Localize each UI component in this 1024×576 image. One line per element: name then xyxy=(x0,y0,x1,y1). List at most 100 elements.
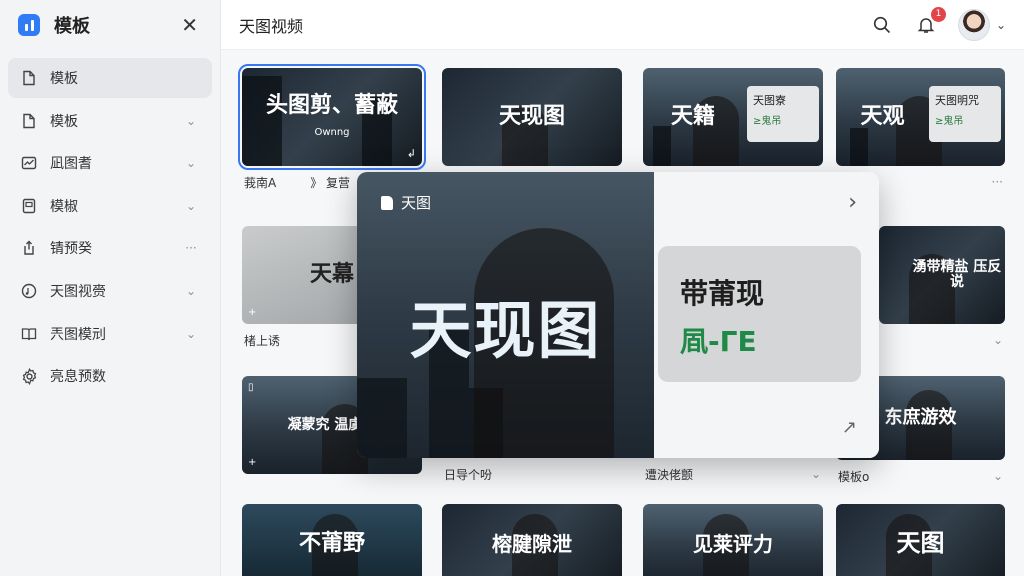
thumbnail-title: 天现图 xyxy=(498,104,565,130)
template-thumbnail[interactable]: 湧带精盐 压反说 xyxy=(879,226,1005,324)
chevron-down-icon: ⌄ xyxy=(185,198,197,213)
card-title: 模板o xyxy=(838,469,870,484)
panel-subtitle: ≥鬼吊 xyxy=(753,116,782,127)
thumbnail-title: 天观 xyxy=(860,104,905,130)
preview-card-title: 带莆现 xyxy=(680,277,765,310)
header-actions: 1 ⌄ xyxy=(870,6,1006,41)
template-card[interactable]: 湧带精盐 压反说 ⌄ xyxy=(879,226,1005,356)
card-meta: 日导个吩 xyxy=(442,458,622,490)
card-subtitle: 》 复营 xyxy=(310,175,351,190)
sidebar-item-charts[interactable]: 凪图耆 ⌄ xyxy=(8,143,212,183)
sidebar-item-templates[interactable]: 模板 xyxy=(8,58,212,98)
preview-card-subtitle: 凮-ГЕ xyxy=(680,325,757,358)
chevron-down-icon: ⌄ xyxy=(185,113,197,128)
template-thumbnail[interactable]: 天图 xyxy=(836,504,1005,576)
notification-bell-icon[interactable]: 1 xyxy=(914,6,946,37)
sidebar-nav: 模板 模板 ⌄ 凪图耆 ⌄ 模椒 ⌄ 锖预癸 ··· 天图视赍 ⌄ 兲图模刓 ⌄… xyxy=(0,50,220,407)
more-icon[interactable]: ··· xyxy=(182,241,200,255)
sidebar-item-label: 天图视赍 xyxy=(50,283,106,300)
template-thumbnail[interactable]: 见莱评力 xyxy=(643,504,823,576)
thumbnail-subtitle: Ownng xyxy=(314,127,350,138)
add-icon: + xyxy=(248,307,257,318)
preview-detail: › 带莆现 凮-ГЕ ↗ xyxy=(654,172,879,458)
sidebar-item-label: 模板 xyxy=(50,71,78,87)
app-title: 模板 xyxy=(54,16,90,37)
template-thumbnail[interactable]: 榕腱隙泄 xyxy=(442,504,622,576)
preview-image: 天图 天现图 xyxy=(357,172,654,458)
sidebar-header: 模板 ✕ xyxy=(0,0,220,50)
template-card[interactable]: 天图 xyxy=(836,504,1005,576)
sidebar-item-label: 锖预癸 xyxy=(50,241,92,258)
chevron-down-icon: ⌄ xyxy=(185,283,197,298)
chevron-down-icon: ⌄ xyxy=(185,326,197,341)
sidebar-item-layouts[interactable]: 模椒 ⌄ xyxy=(8,186,212,226)
card-title: 楮上诱 xyxy=(244,333,281,348)
template-card[interactable]: 榕腱隙泄 xyxy=(442,504,622,576)
sidebar-item-video[interactable]: 天图视赍 ⌄ xyxy=(8,271,212,311)
sidebar-item-label: 凪图耆 xyxy=(50,156,92,173)
page-title: 天图视频 xyxy=(239,16,304,36)
preview-tag: 天图 xyxy=(381,192,431,213)
card-title: 莪南A xyxy=(244,175,277,190)
avatar xyxy=(957,8,990,41)
gear-icon xyxy=(20,367,38,385)
sidebar-item-label: 模椒 xyxy=(50,198,78,215)
preview-headline: 天现图 xyxy=(409,294,602,367)
panel-title: 天图明咒 xyxy=(935,94,979,107)
app-logo-icon xyxy=(18,14,40,36)
sidebar-item-presets[interactable]: 锖预癸 ··· xyxy=(8,228,212,268)
thumbnail-title: 头图剪、蓄蔽 xyxy=(265,92,398,118)
preview-card[interactable]: 带莆现 凮-ГЕ xyxy=(658,246,861,382)
share-icon xyxy=(20,239,38,257)
thumbnail-title: 天图 xyxy=(896,529,945,558)
crop-icon: ↲ xyxy=(406,147,416,160)
document-icon xyxy=(20,197,38,215)
template-thumbnail[interactable]: 天观 天图明咒 ≥鬼吊 xyxy=(836,68,1005,166)
sidebar-item-label: 模板 xyxy=(50,113,78,130)
card-meta: 模板o ⌄ xyxy=(836,460,1005,492)
template-thumbnail[interactable]: 天现图 xyxy=(442,68,622,166)
expand-icon[interactable]: ↗ xyxy=(842,417,857,438)
template-card[interactable]: 天现图 xyxy=(442,68,622,166)
sidebar-item-template-list[interactable]: 模板 ⌄ xyxy=(8,101,212,141)
file-icon xyxy=(20,69,38,87)
user-menu[interactable]: ⌄ xyxy=(957,8,1006,41)
thumbnail-title: 榕腱隙泄 xyxy=(492,531,572,556)
music-icon xyxy=(20,282,38,300)
chart-icon xyxy=(20,154,38,172)
template-card[interactable]: 天籍 天图寮 ≥鬼吊 xyxy=(643,68,823,166)
panel-title: 天图寮 xyxy=(753,94,786,107)
chevron-down-icon[interactable]: ⌄ xyxy=(993,333,1003,347)
more-icon[interactable]: ··· xyxy=(992,175,1003,189)
sidebar-item-label: 兲图模刓 xyxy=(50,326,106,343)
template-card[interactable]: 见莱评力 xyxy=(643,504,823,576)
thumbnail-title: 东庶游效 xyxy=(884,406,957,428)
template-preview-popup[interactable]: 天图 天现图 › 带莆现 凮-ГЕ ↗ xyxy=(357,172,879,458)
notification-badge: 1 xyxy=(930,6,946,22)
chevron-right-icon[interactable]: › xyxy=(848,190,857,215)
thumbnail-title: 不莆野 xyxy=(298,531,365,557)
thumbnail-title: 见莱评力 xyxy=(693,531,773,556)
close-sidebar-icon[interactable]: ✕ xyxy=(181,13,198,37)
thumbnail-title: 天幕 xyxy=(309,262,354,288)
template-thumbnail[interactable]: 天籍 天图寮 ≥鬼吊 xyxy=(643,68,823,166)
chevron-down-icon: ⌄ xyxy=(995,17,1006,32)
thumbnail-title: 天籍 xyxy=(670,104,715,130)
template-thumbnail[interactable]: 不莆野 xyxy=(242,504,422,576)
file-icon xyxy=(20,112,38,130)
chevron-down-icon: ⌄ xyxy=(185,156,197,171)
tag-icon xyxy=(381,195,393,210)
thumbnail-title: 湧带精盐 压反说 xyxy=(912,259,1002,290)
sidebar-item-library[interactable]: 兲图模刓 ⌄ xyxy=(8,314,212,354)
sidebar-item-settings[interactable]: 亮息预数 xyxy=(8,356,212,396)
chevron-down-icon[interactable]: ⌄ xyxy=(811,467,821,481)
thumbnail-panel: 天图寮 ≥鬼吊 xyxy=(747,86,819,142)
chevron-down-icon[interactable]: ⌄ xyxy=(993,469,1003,483)
template-card[interactable]: 不莆野 xyxy=(242,504,422,576)
search-icon[interactable] xyxy=(870,13,894,37)
panel-subtitle: ≥鬼吊 xyxy=(935,116,964,127)
template-thumbnail[interactable]: 头图剪、蓄蔽 Ownng ↲ xyxy=(238,64,426,170)
add-icon: + xyxy=(248,457,257,468)
card-meta: ⌄ xyxy=(879,324,1005,356)
file-icon: ▯ xyxy=(248,382,254,393)
